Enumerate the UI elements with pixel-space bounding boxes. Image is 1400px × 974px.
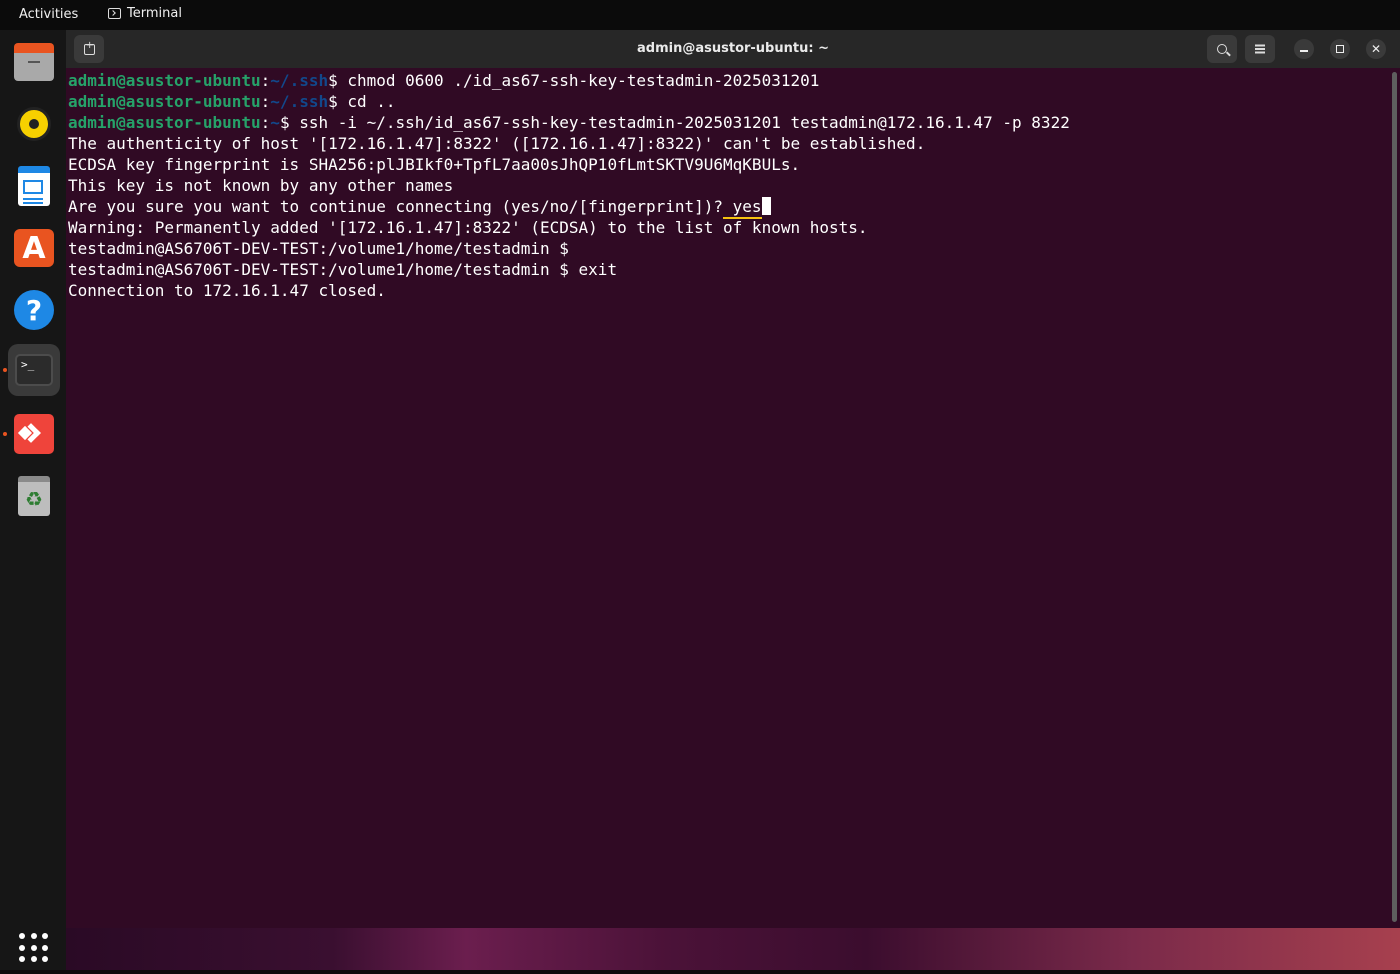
dock-item-show-apps[interactable] — [8, 922, 60, 974]
scrollbar[interactable] — [1392, 72, 1397, 922]
hamburger-menu-icon — [1255, 48, 1265, 50]
terminal-line: Are you sure you want to continue connec… — [68, 196, 1386, 219]
writer-icon — [18, 166, 50, 206]
desktop-wallpaper — [66, 928, 1400, 970]
app-store-icon: A — [14, 229, 54, 267]
window-title: admin@asustor-ubuntu: ~ — [637, 41, 829, 56]
running-indicator — [3, 368, 7, 372]
terminal-line: testadmin@AS6706T-DEV-TEST:/volume1/home… — [68, 239, 569, 258]
search-icon — [1217, 44, 1227, 54]
terminal-icon: >_ — [15, 354, 53, 386]
app-menu[interactable]: Terminal — [108, 6, 182, 21]
terminal-line: This key is not known by any other names — [68, 176, 454, 195]
minimize-icon — [1300, 50, 1308, 52]
title-bar[interactable]: admin@asustor-ubuntu: ~ ✕ — [66, 30, 1400, 68]
terminal-mini-icon — [108, 8, 121, 19]
terminal-output[interactable]: admin@asustor-ubuntu:~/.ssh$ chmod 0600 … — [68, 70, 1386, 920]
help-icon: ? — [14, 290, 54, 330]
app-grid-icon — [19, 933, 49, 963]
search-button[interactable] — [1207, 35, 1237, 63]
menu-button[interactable] — [1245, 35, 1275, 63]
dock: A ? >_ ♻ — [0, 30, 66, 970]
minimize-button[interactable] — [1294, 39, 1314, 59]
top-bar: Activities Terminal — [0, 0, 1400, 30]
terminal-line: testadmin@AS6706T-DEV-TEST:/volume1/home… — [68, 260, 618, 279]
terminal-line: Connection to 172.16.1.47 closed. — [68, 281, 386, 300]
dock-item-rhythmbox[interactable] — [8, 98, 60, 150]
highlighted-answer: yes — [723, 197, 762, 219]
files-icon — [14, 43, 54, 81]
dock-item-terminal[interactable]: >_ — [8, 344, 60, 396]
rhythmbox-icon — [17, 107, 51, 141]
anydesk-icon — [14, 414, 54, 454]
trash-icon: ♻ — [18, 476, 50, 516]
dock-item-anydesk[interactable] — [8, 408, 60, 460]
terminal-line: The authenticity of host '[172.16.1.47]:… — [68, 134, 926, 153]
terminal-line: ECDSA key fingerprint is SHA256:plJBIkf0… — [68, 155, 801, 174]
terminal-window[interactable]: admin@asustor-ubuntu: ~ ✕ admin@asustor-… — [66, 30, 1400, 928]
dock-item-app-center[interactable]: A — [8, 222, 60, 274]
text-cursor — [761, 197, 771, 215]
dock-item-trash[interactable]: ♻ — [8, 470, 60, 522]
dock-item-files[interactable] — [8, 38, 60, 90]
maximize-icon — [1336, 45, 1344, 53]
close-icon: ✕ — [1370, 42, 1382, 56]
running-indicator — [3, 432, 7, 436]
terminal-line: admin@asustor-ubuntu:~$ ssh -i ~/.ssh/id… — [68, 113, 1070, 132]
activities-button[interactable]: Activities — [19, 7, 78, 22]
dock-item-writer[interactable] — [8, 160, 60, 212]
app-menu-label: Terminal — [127, 6, 182, 21]
terminal-line: admin@asustor-ubuntu:~/.ssh$ chmod 0600 … — [68, 71, 820, 90]
terminal-line: Warning: Permanently added '[172.16.1.47… — [68, 218, 868, 237]
terminal-line: admin@asustor-ubuntu:~/.ssh$ cd .. — [68, 92, 396, 111]
dock-item-help[interactable]: ? — [8, 284, 60, 336]
maximize-button[interactable] — [1330, 39, 1350, 59]
close-button[interactable]: ✕ — [1366, 39, 1386, 59]
